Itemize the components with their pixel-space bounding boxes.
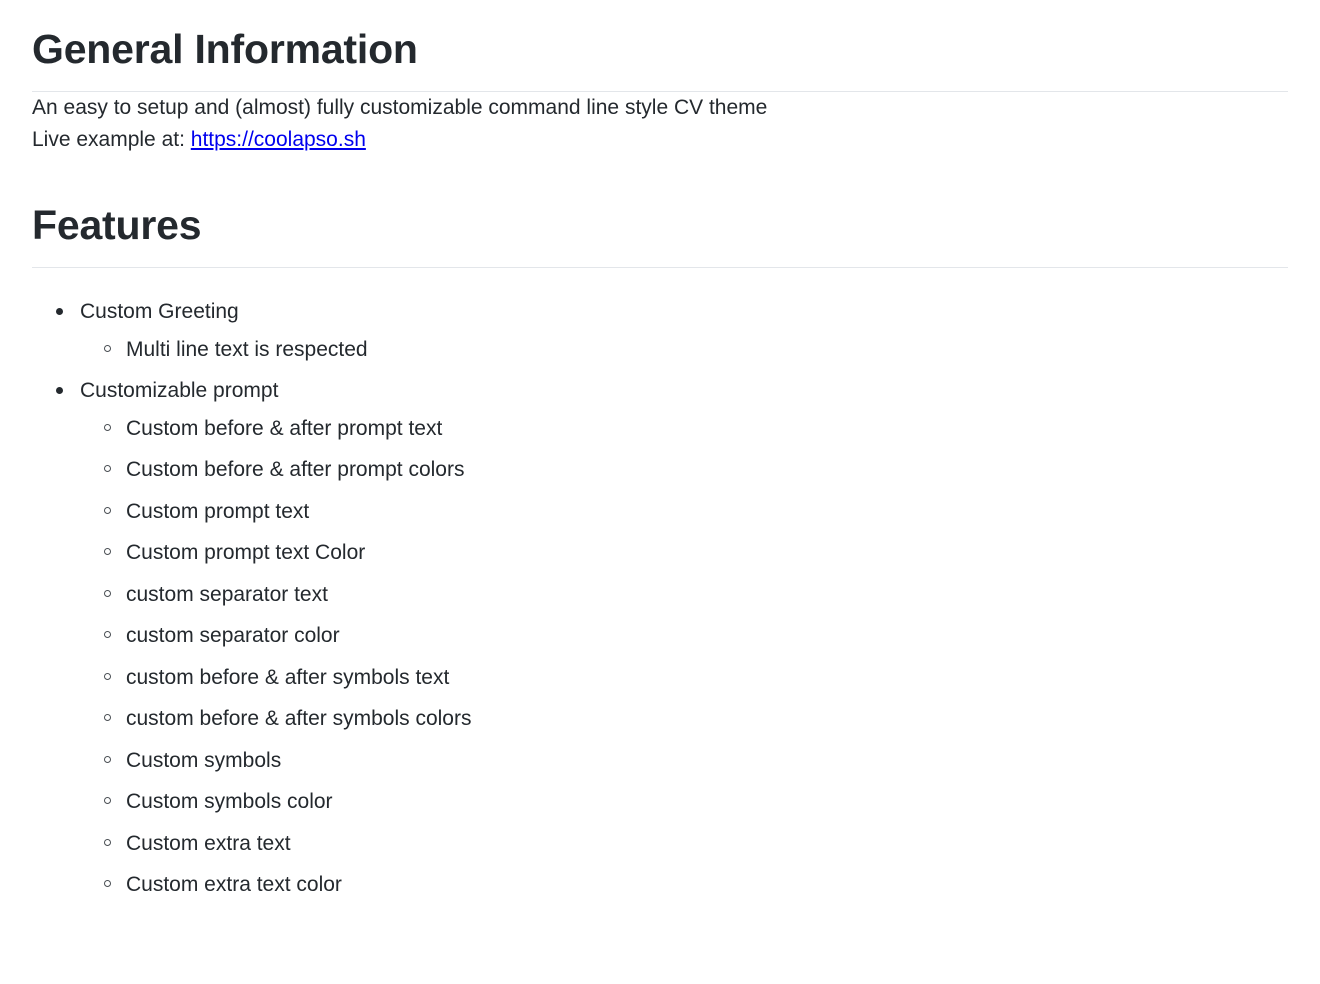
sub-feature-label: Custom before & after prompt text <box>126 416 443 440</box>
sub-feature-label: Custom symbols color <box>126 790 333 814</box>
sub-feature-label: custom before & after symbols text <box>126 665 450 689</box>
sub-feature-label: custom separator text <box>126 582 328 606</box>
live-example-prefix: Live example at: <box>32 127 191 151</box>
sub-feature-label: custom before & after symbols colors <box>126 707 472 731</box>
description-paragraph: An easy to setup and (almost) fully cust… <box>32 96 768 120</box>
sub-feature-list: Multi line text is respected <box>80 334 1288 366</box>
list-item: Custom symbols <box>80 745 1288 777</box>
list-item: custom before & after symbols colors <box>80 703 1288 735</box>
section-general-information: General Information An easy to setup and… <box>32 26 1288 155</box>
list-item: Custom extra text <box>80 828 1288 860</box>
section-features: Features Custom Greeting Multi line text… <box>32 202 1288 901</box>
list-item: Custom Greeting Multi line text is respe… <box>32 296 1288 365</box>
list-item: Custom before & after prompt text <box>80 413 1288 445</box>
readme-content: General Information An easy to setup and… <box>0 0 1320 901</box>
list-item: custom separator color <box>80 620 1288 652</box>
list-item: Custom prompt text <box>80 496 1288 528</box>
list-item: Custom symbols color <box>80 786 1288 818</box>
features-list: Custom Greeting Multi line text is respe… <box>32 296 1288 901</box>
features-title: Features <box>32 202 202 249</box>
live-example-link[interactable]: https://coolapso.sh <box>191 128 366 151</box>
sub-feature-label: Custom extra text color <box>126 873 342 897</box>
list-item: Custom extra text color <box>80 869 1288 901</box>
sub-feature-label: Custom extra text <box>126 831 291 855</box>
sub-feature-list: Custom before & after prompt text Custom… <box>80 413 1288 901</box>
list-item: custom before & after symbols text <box>80 662 1288 694</box>
live-example-paragraph: Live example at: https://coolapso.sh <box>32 124 1288 156</box>
features-divider <box>32 267 1288 269</box>
page-title: General Information <box>32 26 418 72</box>
sub-feature-label: Custom symbols <box>126 748 282 772</box>
sub-feature-label: Custom before & after prompt colors <box>126 458 465 482</box>
sub-feature-label: Custom prompt text Color <box>126 541 366 565</box>
list-item: Multi line text is respected <box>80 334 1288 366</box>
list-item: Custom prompt text Color <box>80 537 1288 569</box>
list-item: custom separator text <box>80 579 1288 611</box>
feature-label: Custom Greeting <box>80 300 239 324</box>
feature-label: Customizable prompt <box>80 379 279 403</box>
list-item: Custom before & after prompt colors <box>80 454 1288 486</box>
sub-feature-label: custom separator color <box>126 624 340 648</box>
list-item: Customizable prompt Custom before & afte… <box>32 375 1288 901</box>
sub-feature-label: Multi line text is respected <box>126 337 368 361</box>
sub-feature-label: Custom prompt text <box>126 499 310 523</box>
